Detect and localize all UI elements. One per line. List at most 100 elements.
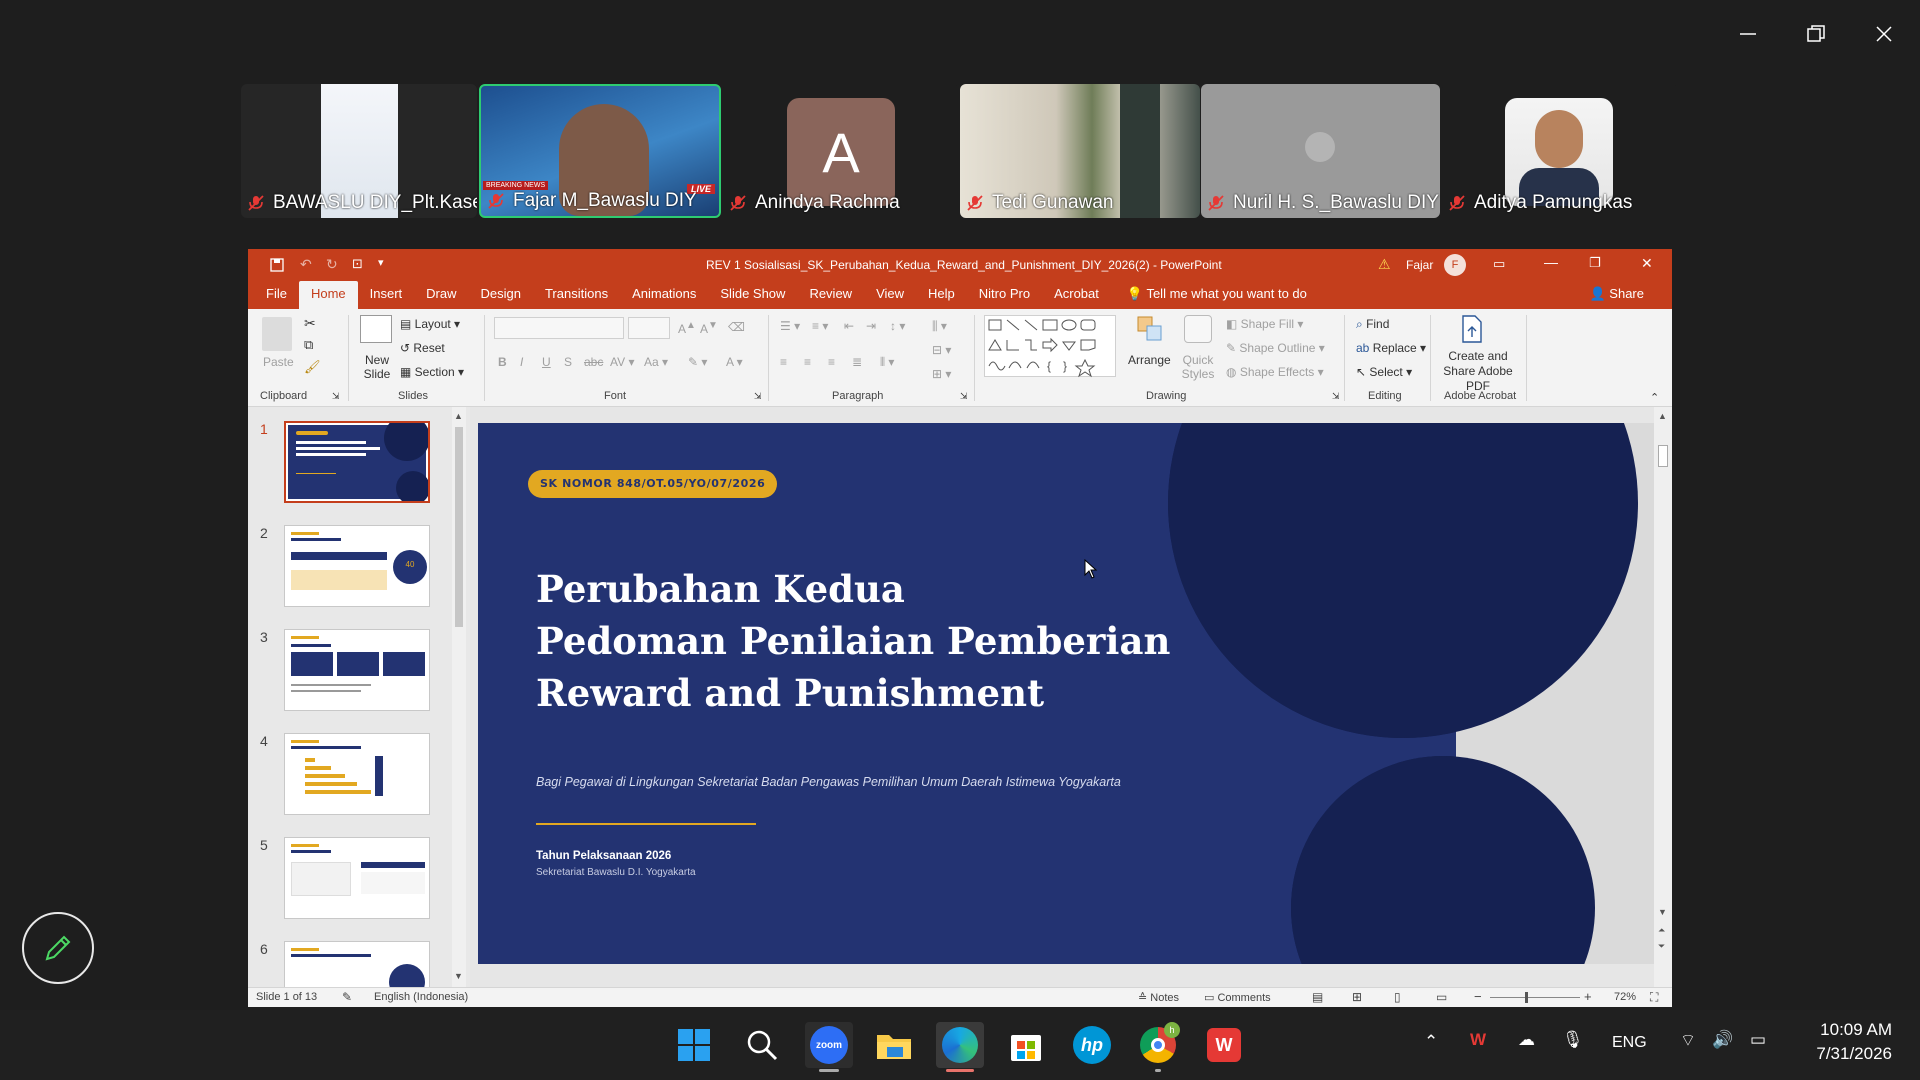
wifi-icon[interactable]: ⌔ — [1680, 1030, 1696, 1051]
redo-icon[interactable]: ↻ — [326, 256, 338, 273]
tab-view[interactable]: View — [864, 281, 916, 309]
slideshow-view-icon[interactable]: ▭ — [1436, 990, 1447, 1004]
font-size-select[interactable] — [628, 317, 670, 339]
clock-time[interactable]: 10:09 AM — [1812, 1020, 1892, 1040]
slide-thumbnail-1[interactable] — [284, 421, 430, 503]
shape-effects-button[interactable]: ◍ Shape Effects ▾ — [1226, 365, 1324, 379]
tab-file[interactable]: File — [254, 281, 299, 309]
shapes-gallery[interactable]: {} — [984, 315, 1116, 378]
slide-thumbnail-4[interactable] — [284, 733, 430, 815]
volume-icon[interactable]: 🔊 — [1712, 1030, 1733, 1050]
minimize-button[interactable] — [1718, 14, 1778, 54]
strikethrough-icon[interactable]: abc — [584, 355, 603, 369]
annotate-pen-button[interactable] — [22, 912, 94, 984]
participant-tile[interactable]: Nuril H. S._Bawaslu DIY — [1201, 84, 1440, 218]
collapse-ribbon-icon[interactable]: ⌃ — [1650, 391, 1659, 404]
change-case-icon[interactable]: Aa ▾ — [644, 355, 668, 369]
align-right-icon[interactable]: ≡ — [828, 355, 835, 369]
decrease-indent-icon[interactable]: ⇤ — [844, 319, 854, 333]
previous-slide-icon[interactable]: ⏶ — [1658, 925, 1665, 936]
current-slide[interactable]: SK NOMOR 848/OT.05/YO/07/2026 Perubahan … — [478, 423, 1656, 964]
normal-view-icon[interactable]: ▤ — [1312, 990, 1323, 1004]
scrollbar-thumb[interactable] — [455, 427, 463, 627]
user-avatar[interactable]: F — [1444, 254, 1466, 276]
comments-button[interactable]: ▭ Comments — [1204, 991, 1271, 1004]
taskbar-edge[interactable] — [936, 1022, 984, 1072]
tab-nitro-pro[interactable]: Nitro Pro — [967, 281, 1042, 309]
copy-icon[interactable]: ⧉ — [304, 337, 313, 353]
dialog-launcher-icon[interactable]: ⇲ — [960, 391, 968, 402]
quick-styles-icon[interactable] — [1184, 315, 1212, 343]
slide-thumbnail-2[interactable]: 40 — [284, 525, 430, 607]
slide-sorter-icon[interactable]: ⊞ — [1352, 990, 1362, 1004]
layout-button[interactable]: ▤ Layout ▾ — [400, 317, 460, 331]
align-text-icon[interactable]: ⊟ ▾ — [932, 343, 951, 357]
bullets-icon[interactable]: ☰ ▾ — [780, 319, 800, 333]
tab-review[interactable]: Review — [797, 281, 864, 309]
thumbnail-scrollbar[interactable]: ▲ ▼ — [452, 407, 466, 987]
tab-slide-show[interactable]: Slide Show — [708, 281, 797, 309]
replace-button[interactable]: ab Replace ▾ — [1356, 341, 1426, 355]
taskbar-hp[interactable]: hp — [1068, 1022, 1116, 1068]
reading-view-icon[interactable]: ▯ — [1394, 990, 1401, 1004]
shape-fill-button[interactable]: ◧ Shape Fill ▾ — [1226, 317, 1303, 331]
scroll-up-icon[interactable]: ▲ — [1658, 411, 1667, 421]
undo-icon[interactable]: ↶ — [300, 256, 312, 273]
taskbar-file-explorer[interactable] — [870, 1022, 918, 1068]
scroll-up-icon[interactable]: ▲ — [454, 411, 463, 421]
restore-button[interactable] — [1786, 14, 1846, 54]
zoom-out-icon[interactable]: − — [1474, 989, 1482, 1004]
align-left-icon[interactable]: ≡ — [780, 355, 787, 369]
tab-design[interactable]: Design — [469, 281, 533, 309]
tab-transitions[interactable]: Transitions — [533, 281, 620, 309]
slide-thumbnail-3[interactable] — [284, 629, 430, 711]
increase-indent-icon[interactable]: ⇥ — [866, 319, 876, 333]
line-spacing-icon[interactable]: ↕ ▾ — [890, 319, 905, 333]
taskbar-store[interactable] — [1002, 1022, 1050, 1068]
participant-tile[interactable]: A Anindya Rachma — [723, 84, 959, 218]
ribbon-display-icon[interactable]: ▭ — [1493, 256, 1505, 272]
notes-button[interactable]: ≙ Notes — [1138, 991, 1179, 1004]
close-icon[interactable]: ✕ — [1641, 255, 1653, 272]
clear-format-icon[interactable]: ⌫ — [728, 320, 745, 334]
editor-scrollbar[interactable]: ▲ ▼ ⏶ ⏷ — [1654, 407, 1672, 987]
language-indicator[interactable]: English (Indonesia) — [374, 991, 468, 1003]
save-icon[interactable] — [270, 258, 284, 272]
underline-icon[interactable]: U — [542, 355, 551, 369]
participant-tile-active-speaker[interactable]: BREAKING NEWS LIVE Fajar M_Bawaslu DIY — [479, 84, 721, 218]
paste-button[interactable]: Paste — [263, 355, 294, 369]
tab-help[interactable]: Help — [916, 281, 967, 309]
char-spacing-icon[interactable]: AV ▾ — [610, 355, 634, 369]
clock-date[interactable]: 7/31/2026 — [1812, 1044, 1892, 1064]
reset-button[interactable]: ↺ Reset — [400, 341, 445, 355]
arrange-icon[interactable] — [1136, 315, 1164, 343]
shape-outline-button[interactable]: ✎ Shape Outline ▾ — [1226, 341, 1325, 355]
font-grow-icon[interactable]: A▲ — [678, 320, 696, 336]
dialog-launcher-icon[interactable]: ⇲ — [754, 391, 762, 402]
start-button[interactable] — [670, 1022, 718, 1068]
font-name-select[interactable] — [494, 317, 624, 339]
new-slide-button[interactable]: New Slide — [360, 353, 394, 381]
shadow-icon[interactable]: S — [564, 355, 572, 369]
font-shrink-icon[interactable]: A▼ — [700, 320, 718, 336]
cut-icon[interactable]: ✂ — [304, 315, 316, 332]
paste-icon[interactable] — [262, 317, 292, 351]
search-button[interactable] — [738, 1022, 786, 1068]
minimize-icon[interactable]: — — [1544, 254, 1558, 270]
cloud-off-icon[interactable]: ☁ — [1518, 1030, 1535, 1050]
zoom-slider[interactable] — [1490, 997, 1580, 998]
accessibility-icon[interactable]: ✎ — [342, 990, 352, 1004]
text-direction-icon[interactable]: ⫼ ▾ — [932, 319, 947, 334]
format-painter-icon[interactable]: 🖌 — [304, 359, 321, 375]
share-button[interactable]: 👤 Share — [1577, 281, 1656, 309]
wps-tray-icon[interactable]: W — [1470, 1030, 1486, 1050]
participant-tile[interactable]: Tedi Gunawan — [960, 84, 1200, 218]
create-share-pdf-button[interactable]: Create and Share Adobe PDF — [1436, 349, 1520, 394]
zoom-level[interactable]: 72% — [1614, 991, 1636, 1003]
battery-icon[interactable]: ▭ — [1750, 1030, 1766, 1050]
select-button[interactable]: ↖ Select ▾ — [1356, 365, 1412, 379]
taskbar-chrome[interactable]: h — [1134, 1022, 1182, 1072]
participant-tile[interactable]: Aditya Pamungkas — [1442, 84, 1678, 218]
justify-icon[interactable]: ≣ — [852, 355, 862, 369]
show-hidden-icons[interactable]: ⌃ — [1424, 1032, 1438, 1052]
